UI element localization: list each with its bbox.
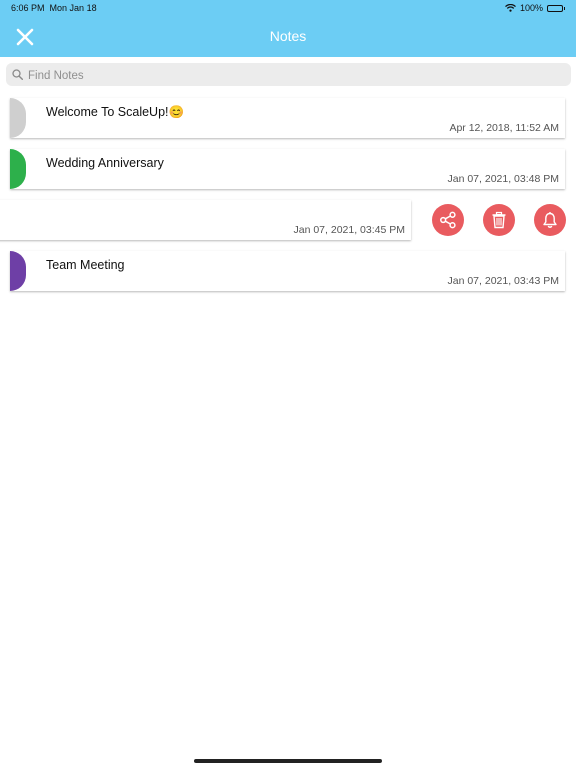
reminder-button[interactable] bbox=[534, 204, 566, 236]
note-title: Welcome To ScaleUp!😊 bbox=[46, 105, 185, 119]
note-item[interactable]: Wedding Anniversary Jan 07, 2021, 03:48 … bbox=[10, 149, 565, 189]
note-date: Jan 07, 2021, 03:43 PM bbox=[447, 275, 560, 287]
note-date: Jan 07, 2021, 03:45 PM bbox=[293, 224, 406, 236]
search-input[interactable] bbox=[26, 65, 560, 86]
note-item-swiped[interactable]: Jan 07, 2021, 03:45 PM bbox=[0, 200, 411, 240]
delete-button[interactable] bbox=[483, 204, 515, 236]
search-bar[interactable] bbox=[6, 63, 571, 86]
trash-icon bbox=[492, 211, 506, 229]
note-color-marker bbox=[10, 149, 26, 189]
note-title: Wedding Anniversary bbox=[46, 156, 164, 170]
app-header: 6:06 PM Mon Jan 18 100% Notes bbox=[0, 0, 576, 57]
note-item[interactable]: Team Meeting Jan 07, 2021, 03:43 PM bbox=[10, 251, 565, 291]
note-item[interactable]: Welcome To ScaleUp!😊 Apr 12, 2018, 11:52… bbox=[10, 98, 565, 138]
search-icon bbox=[12, 69, 23, 80]
status-time-date: 6:06 PM Mon Jan 18 bbox=[11, 3, 97, 13]
status-right: 100% bbox=[505, 3, 565, 13]
share-icon bbox=[440, 211, 456, 229]
status-time: 6:06 PM bbox=[11, 3, 45, 13]
note-color-marker bbox=[10, 251, 26, 291]
note-color-marker bbox=[10, 98, 26, 138]
home-indicator[interactable] bbox=[194, 759, 382, 763]
status-bar: 6:06 PM Mon Jan 18 100% bbox=[0, 0, 576, 16]
page-title: Notes bbox=[269, 28, 307, 44]
note-date: Apr 12, 2018, 11:52 AM bbox=[449, 122, 559, 134]
status-date: Mon Jan 18 bbox=[49, 3, 97, 13]
note-title: Team Meeting bbox=[46, 258, 125, 272]
note-date: Jan 07, 2021, 03:48 PM bbox=[447, 173, 560, 185]
battery-icon bbox=[547, 4, 565, 12]
wifi-icon bbox=[505, 4, 516, 12]
battery-percent: 100% bbox=[519, 3, 543, 13]
bell-icon bbox=[543, 212, 557, 228]
share-button[interactable] bbox=[432, 204, 464, 236]
